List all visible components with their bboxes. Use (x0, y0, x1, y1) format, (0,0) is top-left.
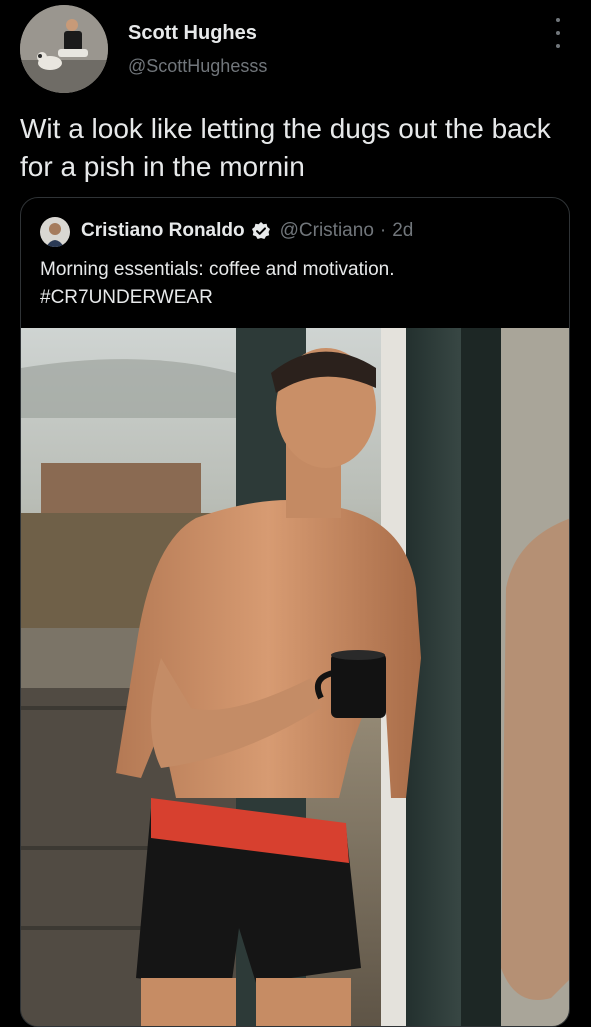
quoted-text-body: Morning essentials: coffee and motivatio… (40, 259, 395, 280)
quoted-timestamp[interactable]: 2d (392, 220, 413, 242)
quoted-text: Morning essentials: coffee and motivatio… (40, 256, 550, 312)
author-name[interactable]: Scott Hughes (128, 22, 257, 45)
quoted-hashtag[interactable]: #CR7UNDERWEAR (40, 284, 550, 312)
quoted-author-handle[interactable]: @Cristiano (280, 220, 374, 242)
verified-badge-icon (251, 221, 271, 241)
quoted-media-photo[interactable] (21, 328, 569, 1026)
quoted-author-name[interactable]: Cristiano Ronaldo (81, 220, 245, 242)
quoted-tweet-card[interactable]: Cristiano Ronaldo @Cristiano · 2d Mornin… (20, 197, 570, 1027)
more-options-icon[interactable] (551, 18, 565, 48)
tweet-text: Wit a look like letting the dugs out the… (20, 113, 551, 182)
quoted-author-avatar[interactable] (40, 217, 70, 247)
separator-dot: · (379, 220, 387, 241)
avatar-photo (20, 5, 108, 93)
author-avatar[interactable] (20, 5, 108, 93)
author-handle[interactable]: @ScottHughesss (128, 56, 267, 77)
quoted-header: Cristiano Ronaldo @Cristiano · 2d (81, 220, 413, 242)
